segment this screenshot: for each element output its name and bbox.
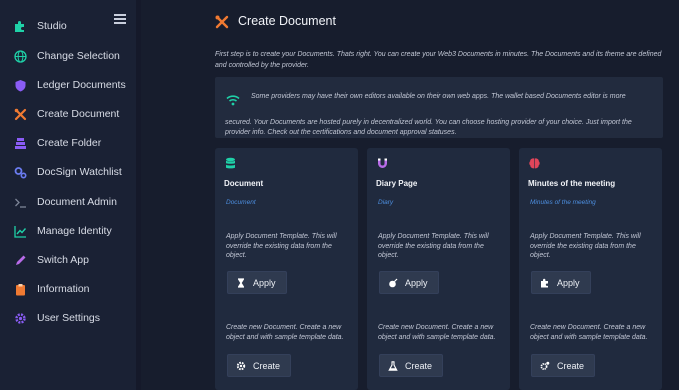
apply-button-label: Apply — [405, 277, 428, 288]
apply-button[interactable]: Apply — [379, 271, 439, 294]
create-button-label: Create — [557, 360, 585, 371]
apply-button-label: Apply — [253, 277, 276, 288]
notice-line-1: Some providers may have their own editor… — [251, 93, 626, 100]
sidebar-item-user-settings[interactable]: User Settings — [0, 306, 136, 330]
card-subtitle-link[interactable]: Document — [226, 199, 256, 206]
puzzle-icon — [14, 20, 27, 33]
sidebar-item-label: Information — [37, 283, 90, 295]
card-title: Document — [224, 179, 264, 188]
archive-icon — [14, 137, 27, 150]
wifi-icon — [226, 93, 240, 106]
flask-icon — [388, 360, 398, 371]
database-icon — [224, 157, 237, 170]
apply-description: Apply Document Template. This will overr… — [530, 233, 641, 259]
puzzle-icon — [540, 278, 550, 288]
sidebar-item-manage-identity[interactable]: Manage Identity — [0, 219, 136, 243]
tools-icon — [215, 15, 229, 29]
create-button[interactable]: Create — [531, 354, 596, 377]
template-card-diary-page: Diary Page Diary Apply Document Template… — [367, 148, 510, 390]
card-title: Minutes of the meeting — [528, 179, 616, 188]
card-subtitle-link[interactable]: Diary — [378, 199, 393, 206]
chart-line-icon — [14, 225, 27, 238]
notice-line-2: secured. Your Documents are hosted purel… — [225, 119, 632, 136]
template-card-document: Document Document Apply Document Templat… — [215, 148, 358, 390]
clipboard-icon — [14, 283, 27, 296]
apply-button[interactable]: Apply — [531, 271, 591, 294]
pen-icon — [14, 254, 27, 267]
apply-description: Apply Document Template. This will overr… — [226, 233, 337, 259]
brain-icon — [528, 157, 541, 170]
sidebar-item-docsign-watchlist[interactable]: DocSign Watchlist — [0, 160, 136, 184]
sidebar-item-label: Create Folder — [37, 137, 102, 149]
card-subtitle-link[interactable]: Minutes of the meeting — [530, 199, 596, 206]
sidebar-item-create-document[interactable]: Create Document — [0, 102, 136, 126]
intro-text: First step is to create your Documents. … — [215, 51, 662, 69]
sidebar-item-label: Create Document — [37, 108, 120, 120]
cogs-icon — [14, 166, 27, 179]
sidebar-item-label: Change Selection — [37, 50, 120, 62]
info-notice: Some providers may have their own editor… — [215, 77, 663, 138]
hourglass-icon — [236, 277, 246, 288]
sidebar-item-label: Manage Identity — [37, 225, 112, 237]
bomb-icon — [388, 278, 398, 288]
sidebar-item-information[interactable]: Information — [0, 277, 136, 301]
create-description: Create new Document. Create a new object… — [378, 324, 496, 341]
create-button[interactable]: Create — [379, 354, 444, 377]
sidebar-item-label: DocSign Watchlist — [37, 166, 122, 178]
sidebar-item-studio[interactable]: Studio — [0, 14, 136, 38]
terminal-icon — [14, 196, 27, 209]
magnet-icon — [376, 157, 389, 170]
apply-description: Apply Document Template. This will overr… — [378, 233, 489, 259]
sidebar-item-ledger-documents[interactable]: Ledger Documents — [0, 73, 136, 97]
sidebar-item-label: Ledger Documents — [37, 79, 126, 91]
cogs-icon — [540, 361, 550, 371]
sidebar-item-document-admin[interactable]: Document Admin — [0, 190, 136, 214]
apply-button[interactable]: Apply — [227, 271, 287, 294]
sidebar-item-label: User Settings — [37, 312, 101, 324]
sidebar-item-label: Studio — [37, 20, 67, 32]
gear-icon — [14, 312, 27, 325]
card-title: Diary Page — [376, 179, 418, 188]
template-card-minutes: Minutes of the meeting Minutes of the me… — [519, 148, 662, 390]
sidebar-item-label: Switch App — [37, 254, 89, 266]
create-button[interactable]: Create — [227, 354, 292, 377]
sidebar-item-create-folder[interactable]: Create Folder — [0, 131, 136, 155]
create-button-label: Create — [405, 360, 433, 371]
apply-button-label: Apply — [557, 277, 580, 288]
create-button-label: Create — [253, 360, 281, 371]
sidebar: Studio Change Selection Ledger Documents… — [0, 0, 136, 390]
shield-icon — [14, 79, 27, 92]
create-description: Create new Document. Create a new object… — [530, 324, 648, 341]
sidebar-item-change-selection[interactable]: Change Selection — [0, 44, 136, 68]
page-title: Create Document — [238, 14, 336, 28]
tools-icon — [14, 108, 27, 121]
gear-icon — [236, 361, 246, 371]
globe-icon — [14, 49, 27, 63]
sidebar-item-label: Document Admin — [37, 196, 117, 208]
sidebar-item-switch-app[interactable]: Switch App — [0, 248, 136, 272]
create-description: Create new Document. Create a new object… — [226, 324, 344, 341]
